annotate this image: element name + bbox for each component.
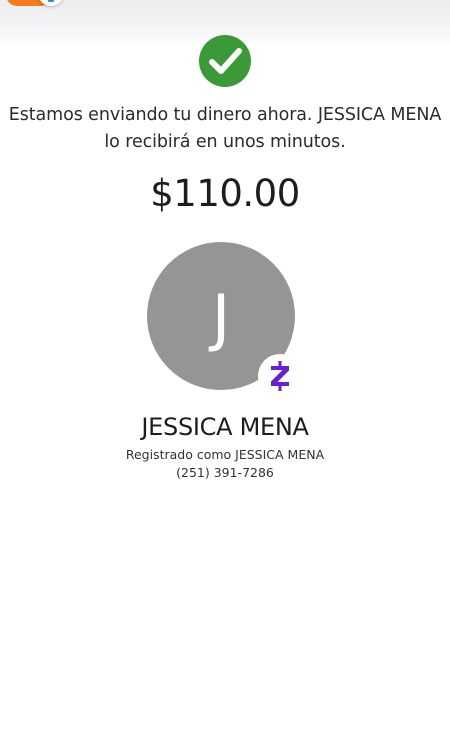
confirmation-message-line-2: lo recibirá en unos minutos. (104, 132, 346, 152)
recipient-name: JESSICA MENA (141, 413, 309, 441)
recipient-phone: (251) 391-7286 (176, 465, 274, 480)
transfer-amount: $110.00 (150, 172, 300, 215)
zelle-logo-mark (271, 361, 289, 391)
confirmation-message-line-1: Estamos enviando tu dinero ahora. JESSIC… (8, 105, 442, 125)
recipient-registered-as: Registrado como JESSICA MENA (125, 447, 325, 462)
corner-badge-dot (48, 0, 54, 2)
check-circle-icon (199, 35, 251, 87)
confirmation-message: Estamos enviando tu dinero ahora. JESSIC… (0, 102, 450, 156)
zelle-icon (258, 354, 302, 398)
avatar-initial: J (211, 281, 231, 354)
